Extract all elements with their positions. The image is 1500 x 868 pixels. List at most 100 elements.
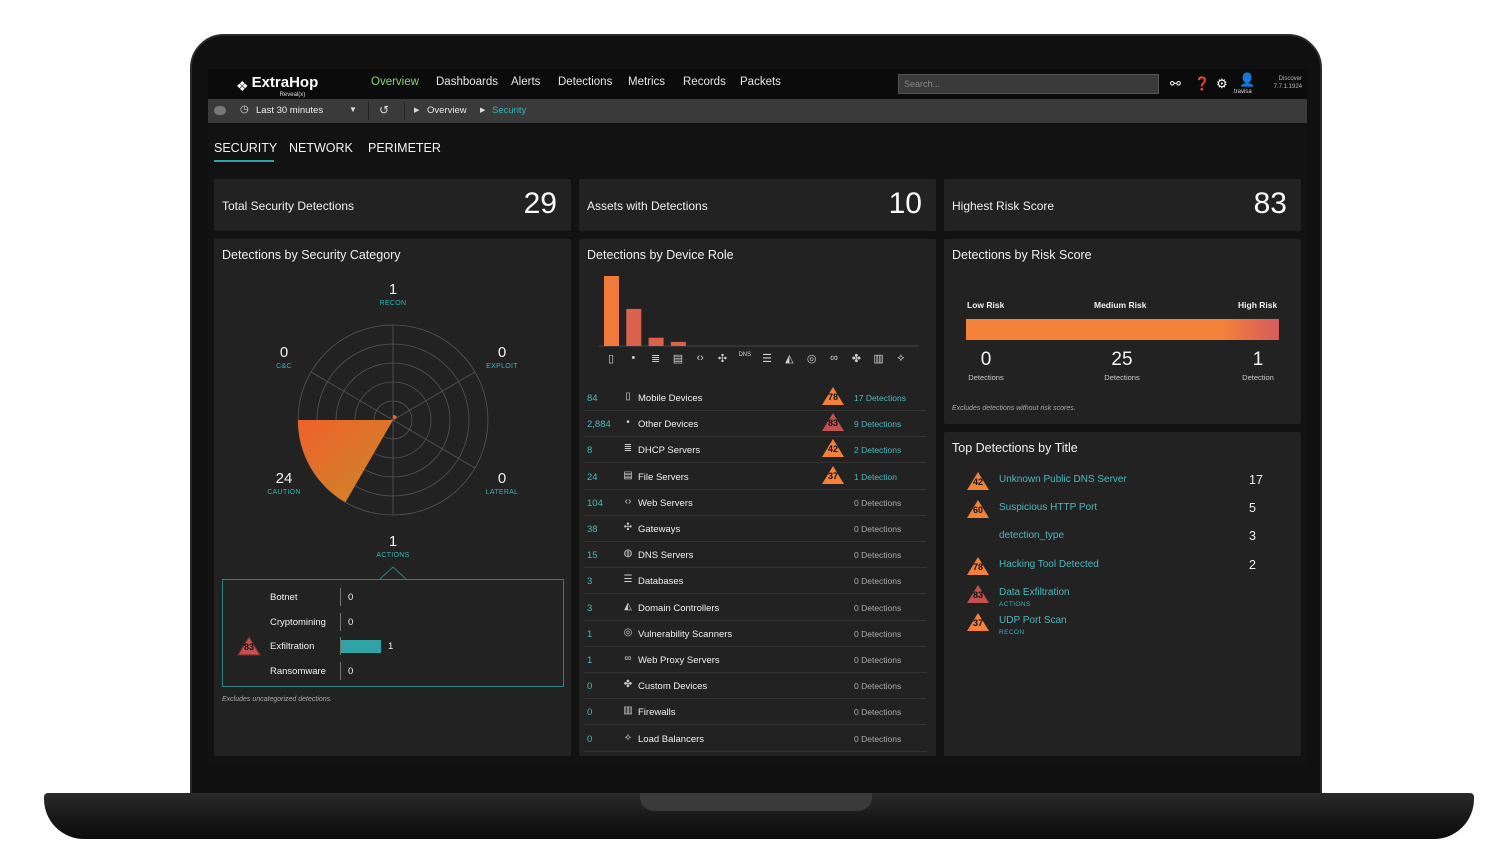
device-role-row[interactable]: 1 ∞ Web Proxy Servers 0 Detections bbox=[584, 647, 926, 673]
breadcrumb-security[interactable]: Security bbox=[492, 105, 526, 116]
breadcrumb-overview[interactable]: Overview bbox=[427, 105, 467, 116]
device-count[interactable]: 3 bbox=[587, 603, 592, 614]
user-icon[interactable]: 👤 bbox=[1239, 72, 1255, 88]
top-detection-row[interactable]: detection_type 3 bbox=[944, 524, 1299, 552]
nav-detections[interactable]: Detections bbox=[558, 76, 612, 88]
device-count[interactable]: 38 bbox=[587, 524, 598, 535]
device-role-bar[interactable] bbox=[626, 308, 642, 346]
detection-title[interactable]: Hacking Tool Detected bbox=[999, 559, 1099, 570]
nav-packets[interactable]: Packets bbox=[740, 76, 781, 88]
device-role-detections[interactable]: 2 Detections bbox=[854, 445, 901, 455]
sidebar-toggle[interactable] bbox=[214, 106, 226, 115]
device-role-axis-icon[interactable]: ✣ bbox=[715, 352, 731, 365]
category-value: 1 bbox=[388, 641, 394, 652]
risk-badge-value: 83 bbox=[972, 590, 983, 600]
device-role-axis-icon[interactable]: ◎ bbox=[804, 352, 820, 365]
device-count[interactable]: 0 bbox=[587, 681, 592, 692]
category-name: Cryptomining bbox=[270, 617, 326, 628]
device-count[interactable]: 15 bbox=[587, 550, 598, 561]
device-count[interactable]: 104 bbox=[587, 498, 603, 509]
settings-gear-icon[interactable]: ⚙ bbox=[1216, 76, 1228, 92]
top-detection-row[interactable]: Data Exfiltration ACTIONS 83 bbox=[944, 581, 1299, 609]
risk-distribution-bar[interactable] bbox=[966, 319, 1279, 340]
history-icon[interactable]: ↺ bbox=[379, 103, 389, 117]
device-role-detections[interactable]: 9 Detections bbox=[854, 419, 901, 429]
device-role-row[interactable]: 0 ⟡ Load Balancers 0 Detections bbox=[584, 726, 926, 752]
top-detection-row[interactable]: Unknown Public DNS Server 17 42 bbox=[944, 468, 1299, 496]
device-role-row[interactable]: 3 ◭ Domain Controllers 0 Detections bbox=[584, 595, 926, 621]
device-role-row[interactable]: 84 ▯ Mobile Devices 17 Detections 78 bbox=[584, 385, 926, 411]
nav-dashboards[interactable]: Dashboards bbox=[436, 76, 498, 88]
device-role-axis-icon[interactable]: ◭ bbox=[781, 352, 797, 365]
detection-title[interactable]: Unknown Public DNS Server bbox=[999, 474, 1127, 485]
global-search-input[interactable]: Search... bbox=[898, 74, 1159, 94]
device-count[interactable]: 8 bbox=[587, 445, 592, 456]
toolbar: ◷ Last 30 minutes ▼ ↺ ▶ Overview ▶ Secur… bbox=[208, 99, 1307, 123]
time-range-selector[interactable]: Last 30 minutes bbox=[256, 105, 323, 116]
device-role-row[interactable]: 104 ‹› Web Servers 0 Detections bbox=[584, 490, 926, 516]
device-role-row[interactable]: 1 ◎ Vulnerability Scanners 0 Detections bbox=[584, 621, 926, 647]
device-role-row[interactable]: 0 ✤ Custom Devices 0 Detections bbox=[584, 673, 926, 700]
device-count[interactable]: 1 bbox=[587, 655, 592, 666]
device-role-bar[interactable] bbox=[648, 337, 664, 346]
device-count[interactable]: 84 bbox=[587, 393, 598, 404]
top-detection-row[interactable]: Hacking Tool Detected 2 78 bbox=[944, 553, 1299, 581]
device-count[interactable]: 24 bbox=[587, 472, 598, 483]
device-role-axis-icon[interactable]: • bbox=[625, 352, 641, 364]
device-role-axis-icon[interactable]: ▥ bbox=[871, 352, 887, 365]
device-role-row[interactable]: 8 ≣ DHCP Servers 2 Detections 42 bbox=[584, 437, 926, 464]
caret-down-icon[interactable]: ▼ bbox=[349, 105, 357, 114]
device-role-axis-icon[interactable]: ✤ bbox=[848, 352, 864, 365]
tab-security[interactable]: SECURITY bbox=[214, 141, 277, 155]
category-row-ransomware[interactable]: Ransomware 0 bbox=[223, 662, 563, 682]
user-name[interactable]: travisa bbox=[1234, 89, 1252, 95]
device-role-axis-icon[interactable]: ▤ bbox=[670, 352, 686, 365]
app-logo[interactable]: ❖ ExtraHop Reveal(x) bbox=[236, 74, 318, 98]
category-row-cryptomining[interactable]: Cryptomining 0 bbox=[223, 613, 563, 633]
device-role-row[interactable]: 0 ▥ Firewalls 0 Detections bbox=[584, 699, 926, 726]
device-role-axis-icon[interactable]: ‹› bbox=[692, 352, 708, 364]
device-count[interactable]: 0 bbox=[587, 734, 592, 745]
device-role-detections[interactable]: 1 Detection bbox=[854, 472, 897, 482]
device-role-row[interactable]: 24 ▤ File Servers 1 Detection 37 bbox=[584, 464, 926, 490]
category-row-exfiltration[interactable]: 83 Exfiltration 1 bbox=[223, 636, 563, 657]
nav-records[interactable]: Records bbox=[683, 76, 726, 88]
detection-title[interactable]: Suspicious HTTP Port bbox=[999, 502, 1097, 513]
device-role-name: Vulnerability Scanners bbox=[638, 628, 733, 640]
tab-network[interactable]: NETWORK bbox=[289, 141, 353, 155]
nav-alerts[interactable]: Alerts bbox=[511, 76, 540, 88]
kpi-label: Total Security Detections bbox=[222, 199, 355, 213]
kpi-highest-risk-score[interactable]: Highest Risk Score 83 bbox=[944, 179, 1301, 231]
category-row-botnet[interactable]: Botnet 0 bbox=[223, 588, 563, 608]
top-detection-row[interactable]: UDP Port Scan RECON 37 bbox=[944, 609, 1299, 637]
device-role-bar[interactable] bbox=[670, 341, 686, 346]
device-role-row[interactable]: 38 ✣ Gateways 0 Detections bbox=[584, 516, 926, 542]
device-count[interactable]: 1 bbox=[587, 629, 592, 640]
device-role-row[interactable]: 3 ☰ Databases 0 Detections bbox=[584, 568, 926, 595]
top-detection-row[interactable]: Suspicious HTTP Port 5 60 bbox=[944, 496, 1299, 524]
device-count[interactable]: 0 bbox=[587, 707, 592, 718]
kpi-assets-with-detections[interactable]: Assets with Detections 10 bbox=[579, 179, 936, 231]
nav-metrics[interactable]: Metrics bbox=[628, 76, 665, 88]
help-icon[interactable]: ❓ bbox=[1194, 76, 1210, 92]
device-role-axis-icon[interactable]: ∞ bbox=[826, 352, 842, 364]
device-role-row[interactable]: 2,884 • Other Devices 9 Detections 83 bbox=[584, 411, 926, 438]
detection-title[interactable]: UDP Port Scan bbox=[999, 615, 1067, 626]
activity-map-icon[interactable]: ⚯ bbox=[1170, 76, 1181, 92]
device-role-axis-icon[interactable]: ⟡ bbox=[893, 352, 909, 365]
device-count[interactable]: 3 bbox=[587, 576, 592, 587]
device-role-axis-icon[interactable]: ☰ bbox=[759, 352, 775, 365]
device-role-axis-icon[interactable]: ≣ bbox=[648, 352, 664, 365]
device-role-detections: 0 Detections bbox=[854, 497, 902, 508]
device-count[interactable]: 2,884 bbox=[587, 419, 611, 430]
device-role-row[interactable]: 15 ◍ DNS Servers 0 Detections bbox=[584, 542, 926, 569]
device-role-bar[interactable] bbox=[604, 276, 619, 346]
detection-title[interactable]: Data Exfiltration bbox=[999, 587, 1070, 598]
tab-perimeter[interactable]: PERIMETER bbox=[368, 141, 441, 155]
device-role-detections[interactable]: 17 Detections bbox=[854, 393, 906, 403]
nav-overview[interactable]: Overview bbox=[371, 76, 419, 88]
kpi-total-detections[interactable]: Total Security Detections 29 bbox=[214, 179, 571, 231]
detection-title[interactable]: detection_type bbox=[999, 530, 1064, 541]
device-role-axis-icon[interactable]: DNS bbox=[737, 352, 753, 358]
device-role-axis-icon[interactable]: ▯ bbox=[603, 352, 619, 365]
